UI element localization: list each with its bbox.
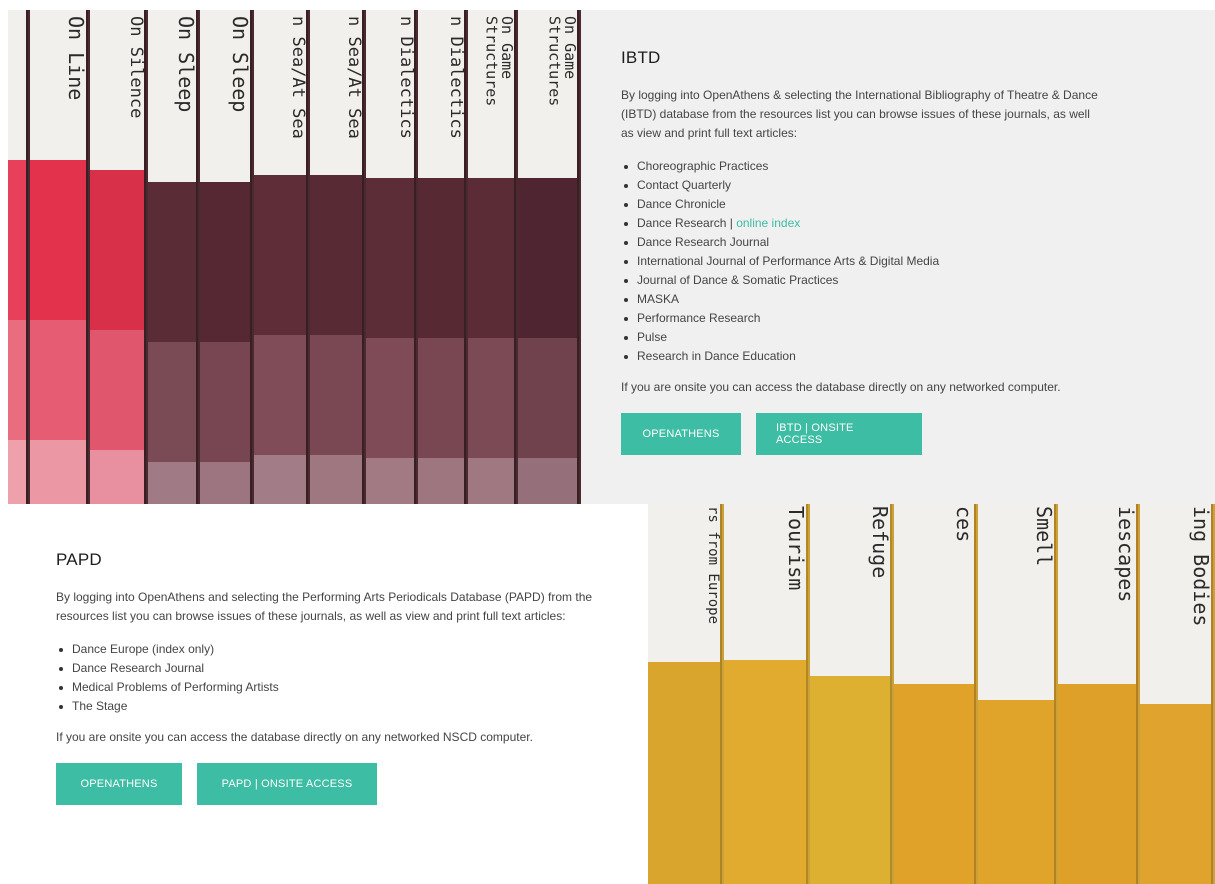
ibtd-section: IBTD By logging into OpenAthens & select…: [581, 10, 1215, 504]
separator: |: [726, 216, 737, 230]
spine-title: iescapes: [1114, 506, 1138, 603]
spine-title: ing Bodies: [1189, 506, 1213, 627]
papd-onsite-note: If you are onsite you can access the dat…: [56, 730, 533, 744]
journal-spine: rs from Europe: [648, 504, 722, 884]
list-item: Choreographic Practices: [621, 157, 1101, 176]
papd-title: PAPD: [56, 550, 102, 569]
journal-spine: On Game Structures: [518, 10, 579, 504]
list-item: Contact Quarterly: [621, 176, 1101, 195]
list-item: MASKA: [621, 290, 1101, 309]
list-item: Research in Dance Education: [621, 347, 1101, 366]
papd-button-group: OPENATHENS PAPD | ONSITE ACCESS: [56, 763, 612, 805]
papd-journal-list: Dance Europe (index only) Dance Research…: [56, 640, 612, 716]
journal-spine: On Sleep: [148, 10, 198, 504]
papd-description: By logging into OpenAthens and selecting…: [56, 590, 593, 623]
list-item: Performance Research: [621, 309, 1101, 328]
journal-spine: n Sea/At Sea: [310, 10, 364, 504]
spine-title: n Dialectics: [396, 16, 416, 139]
list-item: Pulse: [621, 328, 1101, 347]
spine-title: On Sleep: [228, 16, 252, 113]
list-item: Dance Europe (index only): [56, 640, 612, 659]
spine-title: On Sleep: [174, 16, 198, 113]
ibtd-openathens-button[interactable]: OPENATHENS: [621, 413, 741, 455]
list-item: Dance Research Journal: [621, 233, 1101, 252]
papd-openathens-button[interactable]: OPENATHENS: [56, 763, 182, 805]
list-item-label: Dance Research: [637, 216, 727, 230]
journals-photo-bottom: rs from Europe Tourism Refuge ces Smell iesca…: [648, 504, 1215, 884]
list-item: Dance Research | online index: [621, 214, 1101, 233]
journal-spine: On Sleep: [200, 10, 252, 504]
journal-spine: ces: [894, 504, 976, 884]
online-index-link[interactable]: online index: [736, 216, 800, 230]
spine-title: Tourism: [784, 506, 808, 591]
spine-title: rs from Europe: [705, 506, 721, 625]
ibtd-title: IBTD: [621, 48, 661, 67]
journal-spine: ing Bodies: [1140, 504, 1213, 884]
list-item: Dance Chronicle: [621, 195, 1101, 214]
ibtd-journal-list: Choreographic Practices Contact Quarterl…: [621, 157, 1101, 366]
spine-title: n Sea/At Sea: [344, 16, 364, 139]
spine-title: On Silence: [126, 16, 146, 119]
papd-section: PAPD By logging into OpenAthens and sele…: [0, 504, 648, 884]
journal-spine: n Sea/At Sea: [254, 10, 308, 504]
list-item: International Journal of Performance Art…: [621, 252, 1101, 271]
journal-spine: [8, 10, 28, 504]
journal-spine: On Line: [30, 10, 88, 504]
spine-title: Smell: [1032, 506, 1056, 567]
journal-spine: Smell: [978, 504, 1056, 884]
spine-title: n Sea/At Sea: [288, 16, 308, 139]
journal-spine: Refuge: [810, 504, 892, 884]
journal-spine: On Game Structures: [468, 10, 516, 504]
journals-photo-top: On Line On Silence On Sleep On Sleep n Sea/A…: [8, 10, 581, 504]
spine-title: n Dialectics: [446, 16, 466, 139]
ibtd-onsite-note: If you are onsite you can access the dat…: [621, 380, 1061, 394]
spine-title: ces: [952, 506, 976, 543]
list-item: Medical Problems of Performing Artists: [56, 678, 612, 697]
list-item: The Stage: [56, 697, 612, 716]
journal-spine: n Dialectics: [366, 10, 416, 504]
spine-title: On Line: [64, 16, 88, 101]
spine-title: On Game Structures: [545, 16, 579, 107]
journal-spine: Tourism: [724, 504, 808, 884]
journal-spine: iescapes: [1058, 504, 1138, 884]
ibtd-onsite-access-button[interactable]: IBTD | ONSITE ACCESS: [756, 413, 922, 455]
journal-spine: On Silence: [90, 10, 146, 504]
list-item: Journal of Dance & Somatic Practices: [621, 271, 1101, 290]
ibtd-button-group: OPENATHENS IBTD | ONSITE ACCESS: [621, 413, 1101, 455]
spine-title: On Game Structures: [482, 16, 516, 107]
list-item: Dance Research Journal: [56, 659, 612, 678]
spine-title: Refuge: [868, 506, 892, 579]
ibtd-description: By logging into OpenAthens & selecting t…: [621, 88, 1098, 140]
journal-spine: n Dialectics: [418, 10, 466, 504]
papd-onsite-access-button[interactable]: PAPD | ONSITE ACCESS: [197, 763, 377, 805]
